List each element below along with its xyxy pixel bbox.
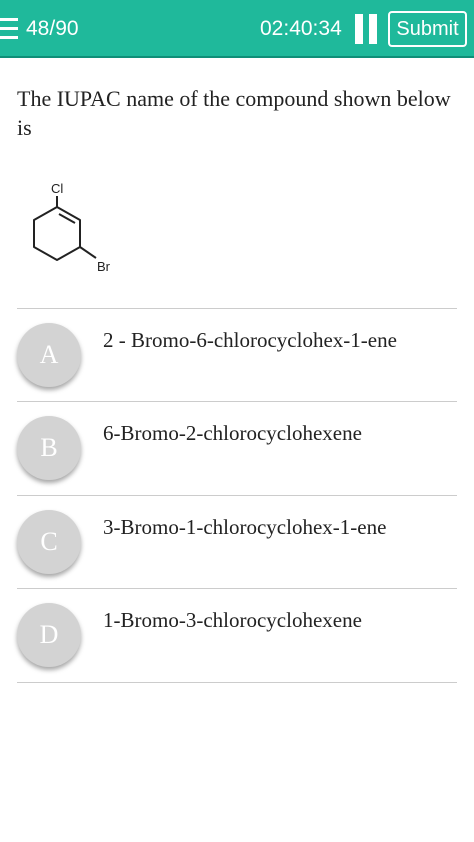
divider: [17, 682, 457, 683]
chemical-structure-image: Cl Br: [33, 181, 111, 274]
option-a[interactable]: A 2 - Bromo-6-chlorocyclohex-1-ene: [17, 309, 457, 401]
bromine-label: Br: [97, 259, 111, 274]
option-b[interactable]: B 6-Bromo-2-chlorocyclohexene: [17, 402, 457, 494]
option-d[interactable]: D 1-Bromo-3-chlorocyclohexene: [17, 589, 457, 681]
chlorine-label: Cl: [51, 181, 63, 196]
option-c-circle[interactable]: C: [17, 510, 81, 574]
option-c[interactable]: C 3-Bromo-1-chlorocyclohex-1-ene: [17, 496, 457, 588]
option-d-circle[interactable]: D: [17, 603, 81, 667]
menu-icon[interactable]: [0, 18, 18, 40]
option-a-circle[interactable]: A: [17, 323, 81, 387]
option-b-circle[interactable]: B: [17, 416, 81, 480]
question-progress: 48/90: [26, 17, 79, 40]
top-bar: 48/90 02:40:34 Submit: [0, 0, 474, 58]
option-d-text: 1-Bromo-3-chlorocyclohexene: [103, 608, 362, 632]
option-a-text: 2 - Bromo-6-chlorocyclohex-1-ene: [103, 328, 397, 352]
question-text: The IUPAC name of the compound shown bel…: [17, 86, 451, 140]
option-b-text: 6-Bromo-2-chlorocyclohexene: [103, 421, 362, 445]
pause-icon[interactable]: [355, 14, 379, 44]
option-c-text: 3-Bromo-1-chlorocyclohex-1-ene: [103, 515, 387, 539]
submit-button[interactable]: Submit: [388, 11, 467, 47]
countdown-timer: 02:40:34: [260, 17, 342, 40]
